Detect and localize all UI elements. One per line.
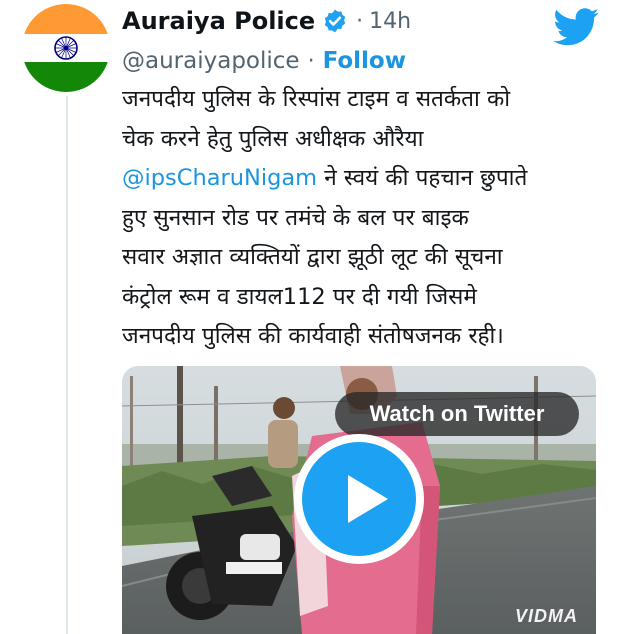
tweet-text: जनपदीय पुलिस के रिस्पांस टाइम व सतर्कता …: [122, 80, 612, 357]
tweet-line: हुए सुनसान रोड पर तमंचे के बल पर बाइक: [122, 204, 469, 231]
tweet-line: सवार अज्ञात व्यक्तियों द्वारा झूठी लूट क…: [122, 244, 503, 270]
play-button[interactable]: [294, 434, 424, 564]
mention-link[interactable]: @ipsCharuNigam: [122, 165, 317, 191]
name-row: Auraiya Police · 14h: [122, 4, 411, 38]
tweet-line-text: ने स्वयं की पहचान छुपाते: [317, 165, 528, 191]
separator-dot: ·: [356, 8, 364, 34]
follow-button[interactable]: Follow: [323, 48, 406, 74]
tweet-line: जनपदीय पुलिस के रिस्पांस टाइम व सतर्कता …: [122, 86, 511, 112]
verified-badge-icon: [324, 9, 346, 33]
tweet-header: Auraiya Police · 14h @auraiyapolice · Fo…: [122, 4, 622, 84]
thread-line: [66, 96, 68, 634]
video-watermark: VIDMA: [515, 606, 578, 626]
tweet-line: चेक करने हेतु पुलिस अधीक्षक औरैया: [122, 125, 424, 152]
tweet-line: जनपदीय पुलिस की कार्यवाही संतोषजनक रही।: [122, 323, 504, 349]
twitter-bird-icon[interactable]: [553, 8, 599, 46]
watch-on-twitter-button[interactable]: Watch on Twitter: [335, 392, 579, 436]
tweet-line: @ipsCharuNigam ने स्वयं की पहचान छुपाते: [122, 159, 612, 199]
tweet-line: कंट्रोल रूम व डायल112 पर दी गयी जिसमे: [122, 283, 477, 310]
play-icon: [302, 442, 416, 556]
author-name[interactable]: Auraiya Police: [122, 7, 315, 35]
separator-dot: ·: [307, 48, 315, 74]
avatar[interactable]: [22, 4, 110, 92]
indian-flag-icon: [22, 4, 110, 92]
play-triangle: [348, 475, 388, 523]
author-handle[interactable]: @auraiyapolice: [122, 48, 300, 74]
timestamp[interactable]: 14h: [369, 9, 411, 34]
handle-row: @auraiyapolice · Follow: [122, 44, 406, 78]
